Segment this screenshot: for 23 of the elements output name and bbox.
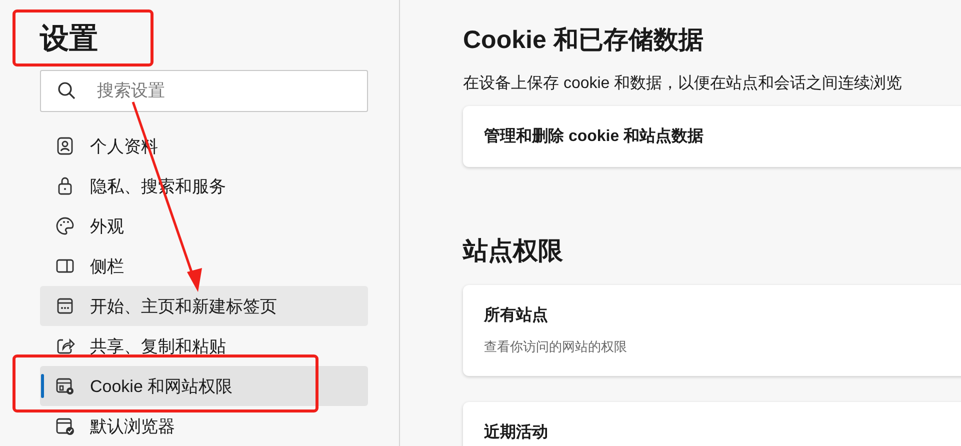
sidebar-item[interactable]: 默认浏览器 [40,406,368,446]
sidebar-item[interactable]: 共享、复制和粘贴 [40,326,368,366]
card-subtitle: 查看你访问的网站的权限 [484,338,628,356]
section-heading: 站点权限 [463,236,564,267]
card-title: 近期活动 [484,422,549,443]
window-gear-icon [54,376,76,396]
sidebar-item[interactable]: 侧栏 [40,246,368,286]
search-field[interactable]: 搜索设置 [40,70,368,112]
settings-card[interactable]: 所有站点 查看你访问的网站的权限 [463,285,961,376]
selection-indicator [41,374,44,398]
window-check-icon [54,416,76,436]
sidebar-item[interactable]: Cookie 和网站权限 [40,366,368,406]
section-description: 在设备上保存 cookie 和数据，以便在站点和会话之间连续浏览 [463,74,904,94]
card-title: 管理和删除 cookie 和站点数据 [484,126,705,147]
settings-card[interactable]: 管理和删除 cookie 和站点数据 [463,106,961,167]
card-title: 所有站点 [484,306,549,326]
sidebar-item[interactable]: 开始、主页和新建标签页 [40,286,368,326]
palette-icon [54,216,76,236]
section-heading: Cookie 和已存储数据 [463,25,704,56]
settings-title: 设置 [40,22,99,56]
search-icon [56,81,78,101]
settings-card[interactable]: 近期活动 [463,402,961,446]
sidebar-item[interactable]: 外观 [40,206,368,246]
